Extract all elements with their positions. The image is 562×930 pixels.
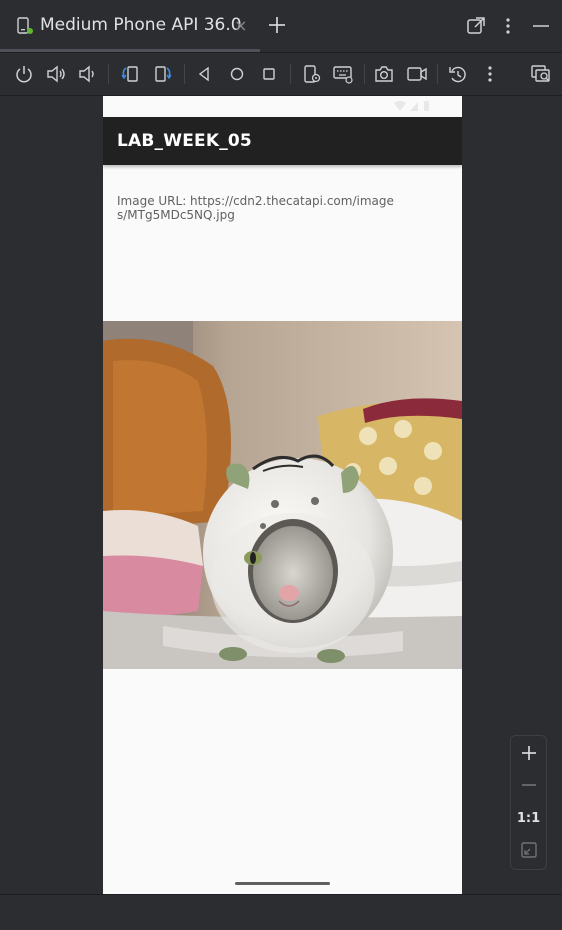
emulator-toolbar [0, 53, 562, 95]
device-settings-icon[interactable] [301, 63, 323, 85]
cat-in-ceramic-pig-image [103, 321, 462, 669]
overview-icon[interactable] [258, 63, 280, 85]
zoom-controls: 1:1 [510, 735, 547, 870]
status-bar [103, 96, 462, 117]
zoom-out-icon[interactable] [511, 770, 546, 800]
rotate-left-icon[interactable] [119, 63, 141, 85]
options-menu-icon[interactable] [497, 15, 519, 37]
minimize-icon[interactable] [530, 15, 552, 37]
keyboard-icon[interactable] [332, 63, 354, 85]
gesture-nav-handle[interactable] [235, 882, 330, 885]
device-screen[interactable]: LAB_WEEK_05 Image URL: https://cdn2.thec… [103, 96, 462, 894]
tab-title: Medium Phone API 36.0 [40, 15, 242, 35]
rotate-right-icon[interactable] [152, 63, 174, 85]
power-icon[interactable] [13, 63, 35, 85]
image-url-text: Image URL: https://cdn2.thecatapi.com/im… [117, 194, 394, 222]
more-icon[interactable] [479, 63, 501, 85]
open-external-icon[interactable] [465, 15, 487, 37]
bottom-status-bar [0, 894, 562, 930]
add-tab-icon[interactable] [266, 14, 288, 36]
zoom-in-icon[interactable] [511, 738, 546, 768]
screen-record-icon[interactable] [406, 63, 428, 85]
toolbar-divider [108, 64, 109, 84]
status-icons [394, 101, 429, 111]
screenshot-icon[interactable] [373, 63, 395, 85]
tab-bar: Medium Phone API 36.0 × [0, 0, 562, 52]
device-phone-icon [17, 17, 33, 34]
volume-up-icon[interactable] [45, 63, 67, 85]
device-mirror-icon[interactable] [530, 63, 552, 85]
toolbar-divider [290, 64, 291, 84]
close-tab-icon[interactable]: × [234, 17, 247, 35]
actual-size-label: 1:1 [516, 810, 541, 826]
back-icon[interactable] [193, 63, 215, 85]
fit-to-screen-icon[interactable] [511, 835, 546, 865]
toolbar-divider [437, 64, 438, 84]
actual-size-button[interactable]: 1:1 [511, 803, 546, 833]
volume-down-icon[interactable] [76, 63, 98, 85]
app-bar: LAB_WEEK_05 [103, 117, 462, 165]
device-tab[interactable]: Medium Phone API 36.0 × [0, 0, 260, 52]
app-title: LAB_WEEK_05 [117, 131, 252, 151]
toolbar-divider [364, 64, 365, 84]
toolbar-divider [184, 64, 185, 84]
snapshot-icon[interactable] [447, 63, 469, 85]
home-icon[interactable] [226, 63, 248, 85]
